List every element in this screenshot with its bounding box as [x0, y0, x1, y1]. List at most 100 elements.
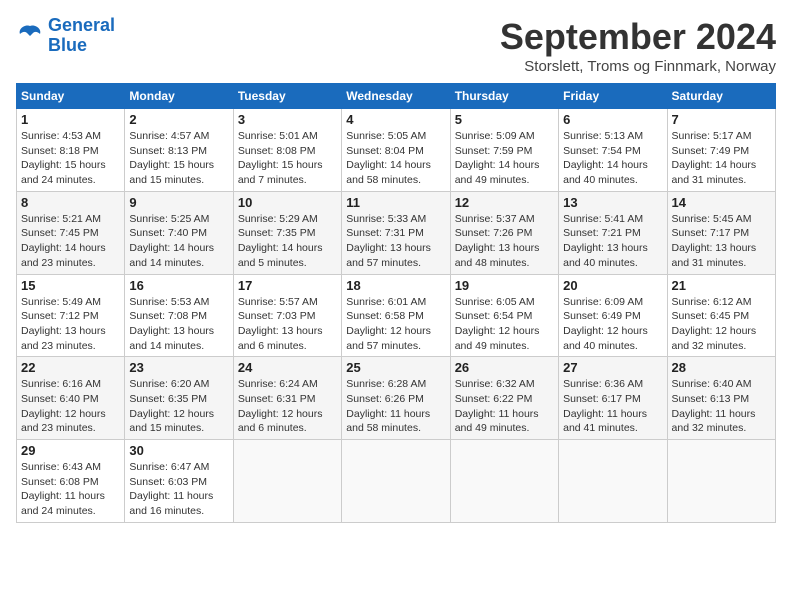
- day-info: Sunrise: 5:13 AM Sunset: 7:54 PM Dayligh…: [563, 129, 662, 188]
- day-info: Sunrise: 5:21 AM Sunset: 7:45 PM Dayligh…: [21, 212, 120, 271]
- logo-text: GeneralBlue: [48, 16, 115, 56]
- day-number: 14: [672, 195, 771, 210]
- day-info: Sunrise: 5:17 AM Sunset: 7:49 PM Dayligh…: [672, 129, 771, 188]
- month-title: September 2024: [500, 16, 776, 58]
- logo-general: General: [48, 15, 115, 35]
- day-number: 8: [21, 195, 120, 210]
- day-number: 15: [21, 278, 120, 293]
- day-number: 10: [238, 195, 337, 210]
- day-number: 16: [129, 278, 228, 293]
- day-info: Sunrise: 5:01 AM Sunset: 8:08 PM Dayligh…: [238, 129, 337, 188]
- day-info: Sunrise: 6:12 AM Sunset: 6:45 PM Dayligh…: [672, 295, 771, 354]
- calendar-cell: [233, 440, 341, 523]
- calendar-week-row: 29 Sunrise: 6:43 AM Sunset: 6:08 PM Dayli…: [17, 440, 776, 523]
- day-info: Sunrise: 6:05 AM Sunset: 6:54 PM Dayligh…: [455, 295, 554, 354]
- day-info: Sunrise: 6:32 AM Sunset: 6:22 PM Dayligh…: [455, 377, 554, 436]
- day-number: 12: [455, 195, 554, 210]
- location-subtitle: Storslett, Troms og Finnmark, Norway: [500, 58, 776, 75]
- calendar-cell: 2 Sunrise: 4:57 AM Sunset: 8:13 PM Daylig…: [125, 109, 233, 192]
- day-number: 28: [672, 360, 771, 375]
- column-header-friday: Friday: [559, 84, 667, 109]
- calendar-cell: [450, 440, 558, 523]
- calendar-cell: 8 Sunrise: 5:21 AM Sunset: 7:45 PM Daylig…: [17, 191, 125, 274]
- calendar-cell: [667, 440, 775, 523]
- calendar-cell: 28 Sunrise: 6:40 AM Sunset: 6:13 PM Dayli…: [667, 357, 775, 440]
- day-info: Sunrise: 5:25 AM Sunset: 7:40 PM Dayligh…: [129, 212, 228, 271]
- day-number: 30: [129, 443, 228, 458]
- logo: GeneralBlue: [16, 16, 115, 56]
- column-header-tuesday: Tuesday: [233, 84, 341, 109]
- day-info: Sunrise: 6:01 AM Sunset: 6:58 PM Dayligh…: [346, 295, 445, 354]
- day-info: Sunrise: 6:47 AM Sunset: 6:03 PM Dayligh…: [129, 460, 228, 519]
- calendar-cell: 9 Sunrise: 5:25 AM Sunset: 7:40 PM Daylig…: [125, 191, 233, 274]
- day-info: Sunrise: 6:40 AM Sunset: 6:13 PM Dayligh…: [672, 377, 771, 436]
- calendar-cell: 4 Sunrise: 5:05 AM Sunset: 8:04 PM Daylig…: [342, 109, 450, 192]
- day-number: 2: [129, 112, 228, 127]
- day-number: 17: [238, 278, 337, 293]
- day-info: Sunrise: 6:43 AM Sunset: 6:08 PM Dayligh…: [21, 460, 120, 519]
- day-info: Sunrise: 5:53 AM Sunset: 7:08 PM Dayligh…: [129, 295, 228, 354]
- calendar-cell: 23 Sunrise: 6:20 AM Sunset: 6:35 PM Dayli…: [125, 357, 233, 440]
- day-number: 23: [129, 360, 228, 375]
- calendar-table: SundayMondayTuesdayWednesdayThursdayFrid…: [16, 83, 776, 523]
- day-number: 5: [455, 112, 554, 127]
- logo-blue: Blue: [48, 35, 87, 55]
- calendar-cell: 29 Sunrise: 6:43 AM Sunset: 6:08 PM Dayli…: [17, 440, 125, 523]
- day-info: Sunrise: 6:24 AM Sunset: 6:31 PM Dayligh…: [238, 377, 337, 436]
- column-header-monday: Monday: [125, 84, 233, 109]
- calendar-week-row: 1 Sunrise: 4:53 AM Sunset: 8:18 PM Daylig…: [17, 109, 776, 192]
- day-info: Sunrise: 4:57 AM Sunset: 8:13 PM Dayligh…: [129, 129, 228, 188]
- calendar-cell: 27 Sunrise: 6:36 AM Sunset: 6:17 PM Dayli…: [559, 357, 667, 440]
- calendar-week-row: 22 Sunrise: 6:16 AM Sunset: 6:40 PM Dayli…: [17, 357, 776, 440]
- calendar-cell: 14Sunrise: 5:45 AM Sunset: 7:17 PM Dayli…: [667, 191, 775, 274]
- column-header-wednesday: Wednesday: [342, 84, 450, 109]
- calendar-cell: [342, 440, 450, 523]
- column-header-thursday: Thursday: [450, 84, 558, 109]
- calendar-cell: 22 Sunrise: 6:16 AM Sunset: 6:40 PM Dayli…: [17, 357, 125, 440]
- column-header-sunday: Sunday: [17, 84, 125, 109]
- calendar-cell: 26 Sunrise: 6:32 AM Sunset: 6:22 PM Dayli…: [450, 357, 558, 440]
- calendar-cell: 20 Sunrise: 6:09 AM Sunset: 6:49 PM Dayli…: [559, 274, 667, 357]
- day-number: 9: [129, 195, 228, 210]
- calendar-cell: 3 Sunrise: 5:01 AM Sunset: 8:08 PM Daylig…: [233, 109, 341, 192]
- day-number: 20: [563, 278, 662, 293]
- title-block: September 2024 Storslett, Troms og Finnm…: [500, 16, 776, 75]
- day-info: Sunrise: 5:37 AM Sunset: 7:26 PM Dayligh…: [455, 212, 554, 271]
- calendar-header-row: SundayMondayTuesdayWednesdayThursdayFrid…: [17, 84, 776, 109]
- day-info: Sunrise: 5:57 AM Sunset: 7:03 PM Dayligh…: [238, 295, 337, 354]
- day-number: 11: [346, 195, 445, 210]
- day-number: 13: [563, 195, 662, 210]
- day-info: Sunrise: 6:20 AM Sunset: 6:35 PM Dayligh…: [129, 377, 228, 436]
- calendar-cell: 18Sunrise: 6:01 AM Sunset: 6:58 PM Dayli…: [342, 274, 450, 357]
- day-info: Sunrise: 4:53 AM Sunset: 8:18 PM Dayligh…: [21, 129, 120, 188]
- column-header-saturday: Saturday: [667, 84, 775, 109]
- calendar-cell: 6Sunrise: 5:13 AM Sunset: 7:54 PM Daylig…: [559, 109, 667, 192]
- day-info: Sunrise: 5:49 AM Sunset: 7:12 PM Dayligh…: [21, 295, 120, 354]
- calendar-cell: 21 Sunrise: 6:12 AM Sunset: 6:45 PM Dayli…: [667, 274, 775, 357]
- calendar-cell: 15 Sunrise: 5:49 AM Sunset: 7:12 PM Dayli…: [17, 274, 125, 357]
- day-number: 7: [672, 112, 771, 127]
- calendar-cell: 19 Sunrise: 6:05 AM Sunset: 6:54 PM Dayli…: [450, 274, 558, 357]
- day-number: 22: [21, 360, 120, 375]
- day-number: 27: [563, 360, 662, 375]
- day-number: 19: [455, 278, 554, 293]
- day-info: Sunrise: 6:16 AM Sunset: 6:40 PM Dayligh…: [21, 377, 120, 436]
- day-number: 1: [21, 112, 120, 127]
- day-number: 4: [346, 112, 445, 127]
- calendar-cell: 1 Sunrise: 4:53 AM Sunset: 8:18 PM Daylig…: [17, 109, 125, 192]
- day-info: Sunrise: 5:33 AM Sunset: 7:31 PM Dayligh…: [346, 212, 445, 271]
- calendar-cell: 12 Sunrise: 5:37 AM Sunset: 7:26 PM Dayli…: [450, 191, 558, 274]
- day-number: 21: [672, 278, 771, 293]
- calendar-cell: 7 Sunrise: 5:17 AM Sunset: 7:49 PM Daylig…: [667, 109, 775, 192]
- calendar-cell: 5Sunrise: 5:09 AM Sunset: 7:59 PM Daylig…: [450, 109, 558, 192]
- calendar-week-row: 15 Sunrise: 5:49 AM Sunset: 7:12 PM Dayli…: [17, 274, 776, 357]
- page-header: GeneralBlue September 2024 Storslett, Tr…: [16, 16, 776, 75]
- day-info: Sunrise: 6:36 AM Sunset: 6:17 PM Dayligh…: [563, 377, 662, 436]
- day-number: 3: [238, 112, 337, 127]
- day-info: Sunrise: 5:05 AM Sunset: 8:04 PM Dayligh…: [346, 129, 445, 188]
- calendar-cell: [559, 440, 667, 523]
- calendar-cell: 16 Sunrise: 5:53 AM Sunset: 7:08 PM Dayli…: [125, 274, 233, 357]
- day-number: 26: [455, 360, 554, 375]
- day-info: Sunrise: 6:09 AM Sunset: 6:49 PM Dayligh…: [563, 295, 662, 354]
- day-number: 29: [21, 443, 120, 458]
